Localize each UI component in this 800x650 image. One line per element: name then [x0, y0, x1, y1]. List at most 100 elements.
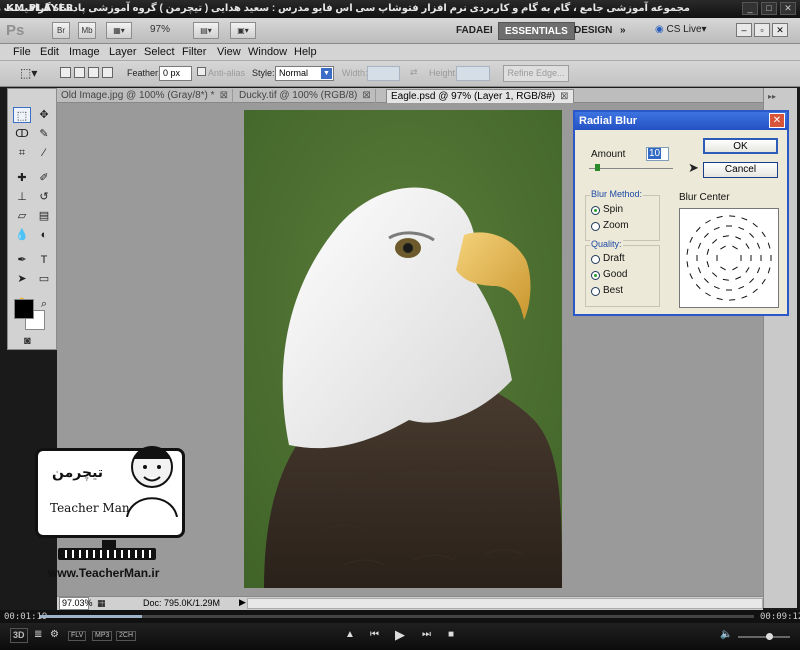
status-zoom-field[interactable]: 97.03%: [59, 597, 93, 610]
screen-mode-dropdown[interactable]: ▣▾: [230, 22, 256, 39]
status-doc-size: Doc: 795.0K/1.29M: [143, 598, 221, 608]
pen-icon[interactable]: ✒: [13, 252, 31, 268]
menu-edit[interactable]: Edit: [40, 46, 59, 58]
shape-icon[interactable]: ▭: [35, 271, 53, 287]
playlist-icon[interactable]: ≣: [34, 629, 42, 640]
menu-view[interactable]: View: [217, 46, 241, 58]
lasso-icon[interactable]: ↀ: [13, 126, 31, 142]
menu-layer[interactable]: Layer: [109, 46, 137, 58]
quick-mask-icon[interactable]: ◙: [24, 335, 31, 347]
blur-stroke: [745, 243, 750, 249]
eject-icon[interactable]: ▲: [345, 629, 355, 640]
seek-track[interactable]: [40, 615, 754, 618]
intersect-selection-icon[interactable]: [102, 67, 113, 78]
mini-bridge-button[interactable]: Mb: [78, 22, 96, 39]
player-maximize-button[interactable]: □: [761, 2, 777, 15]
workspace-essentials[interactable]: ESSENTIALS: [498, 22, 575, 40]
marquee-icon[interactable]: ⬚: [13, 107, 31, 123]
volume-slider-knob[interactable]: [766, 633, 773, 640]
app-restore-button[interactable]: ▫: [754, 23, 770, 37]
next-icon[interactable]: ⏭: [422, 629, 431, 640]
zoom-radio[interactable]: [591, 222, 600, 231]
close-icon[interactable]: ⊠: [220, 90, 228, 101]
ok-button[interactable]: OK: [703, 138, 778, 154]
amount-slider-thumb[interactable]: [595, 164, 601, 171]
close-icon[interactable]: ⊠: [560, 91, 568, 102]
bridge-button[interactable]: Br: [52, 22, 70, 39]
extras-dropdown[interactable]: ▦▾: [106, 22, 132, 39]
teacherman-logo: تیچرمن Teacher Man: [35, 446, 185, 538]
settings-gear-icon[interactable]: ⚙: [50, 629, 59, 640]
draft-radio[interactable]: [591, 255, 600, 264]
menu-file[interactable]: File: [13, 46, 31, 58]
app-close-button[interactable]: ✕: [772, 23, 788, 37]
tab-label: Ducky.tif @ 100% (RGB/8): [239, 90, 358, 101]
path-select-icon[interactable]: ➤: [13, 271, 31, 287]
tab-old-image[interactable]: Old Image.jpg @ 100% (Gray/8*) * ⊠: [57, 89, 233, 103]
eyedropper-icon[interactable]: ⁄: [35, 145, 53, 161]
status-info-icon: ▦: [97, 598, 106, 608]
menu-window[interactable]: Window: [248, 46, 287, 58]
player-controls: 3D ≣ ⚙ FLV MP3 2CH ▲ ⏮ ▶ ⏭ ■ 🔈: [0, 623, 800, 650]
status-menu-arrow-icon[interactable]: ▶: [239, 597, 246, 608]
previous-icon[interactable]: ⏮: [370, 629, 379, 640]
spin-radio[interactable]: [591, 206, 600, 215]
arrange-documents-dropdown[interactable]: ▤▾: [193, 22, 219, 39]
antialias-checkbox[interactable]: [197, 67, 206, 76]
draft-label: Draft: [603, 253, 625, 264]
eraser-icon[interactable]: ▱: [13, 208, 31, 224]
menu-filter[interactable]: Filter: [182, 46, 206, 58]
new-selection-icon[interactable]: [60, 67, 71, 78]
player-close-button[interactable]: ✕: [780, 2, 796, 15]
move-icon[interactable]: ✥: [35, 107, 53, 123]
quick-select-icon[interactable]: ✎: [35, 126, 53, 142]
foreground-color-swatch[interactable]: [14, 299, 34, 319]
history-brush-icon[interactable]: ↺: [35, 189, 53, 205]
subtract-selection-icon[interactable]: [88, 67, 99, 78]
style-select[interactable]: Normal ▼: [275, 66, 334, 81]
menu-select[interactable]: Select: [144, 46, 175, 58]
volume-slider[interactable]: [738, 633, 790, 640]
best-radio[interactable]: [591, 287, 600, 296]
crop-icon[interactable]: ⌗: [13, 145, 31, 161]
amount-slider-track[interactable]: [589, 168, 673, 169]
feather-input[interactable]: 0 px: [159, 66, 192, 81]
volume-icon[interactable]: 🔈: [720, 629, 732, 640]
gradient-icon[interactable]: ▤: [35, 208, 53, 224]
horizontal-scrollbar[interactable]: [247, 598, 763, 609]
radial-blur-dialog: Radial Blur ✕ Amount 10 OK Cancel ➤ Blur…: [573, 110, 789, 316]
3d-button[interactable]: 3D: [10, 628, 28, 643]
player-progress-bar[interactable]: 00:01:19 00:09:12: [0, 610, 800, 623]
close-icon[interactable]: ⊠: [362, 90, 370, 101]
blur-stroke: [761, 278, 766, 285]
cs-live-menu[interactable]: ◉ CS Live▾: [655, 24, 707, 35]
play-icon[interactable]: ▶: [395, 627, 405, 643]
dodge-icon[interactable]: ◐: [35, 227, 53, 243]
zoom-level[interactable]: 97%: [150, 24, 170, 35]
spot-heal-icon[interactable]: ✚: [13, 170, 31, 186]
tab-eagle[interactable]: Eagle.psd @ 97% (Layer 1, RGB/8#) ⊠: [386, 89, 574, 103]
brush-icon[interactable]: ✐: [35, 170, 53, 186]
workspace-design[interactable]: DESIGN: [568, 22, 618, 40]
app-minimize-button[interactable]: –: [736, 23, 752, 37]
workspace-fadaei[interactable]: FADAEI: [450, 22, 499, 40]
type-icon[interactable]: T: [35, 252, 53, 268]
blur-stroke: [756, 242, 761, 249]
blur-tool-icon[interactable]: 💧: [13, 227, 31, 243]
add-selection-icon[interactable]: [74, 67, 85, 78]
blur-center-preview[interactable]: [679, 208, 779, 308]
marquee-preset-icon[interactable]: ⬚▾: [20, 66, 37, 80]
tab-ducky[interactable]: Ducky.tif @ 100% (RGB/8) ⊠: [235, 89, 376, 103]
menu-help[interactable]: Help: [294, 46, 317, 58]
stop-icon[interactable]: ■: [448, 629, 454, 640]
close-icon[interactable]: ✕: [769, 113, 785, 128]
cancel-button[interactable]: Cancel: [703, 162, 778, 178]
blur-stroke: [745, 267, 750, 273]
good-radio[interactable]: [591, 271, 600, 280]
more-workspaces-icon[interactable]: »: [614, 22, 632, 40]
menu-image[interactable]: Image: [69, 46, 100, 58]
amount-input[interactable]: 10: [646, 147, 669, 161]
blur-stroke: [732, 245, 738, 250]
player-minimize-button[interactable]: _: [742, 2, 758, 15]
clone-stamp-icon[interactable]: ⊥: [13, 189, 31, 205]
